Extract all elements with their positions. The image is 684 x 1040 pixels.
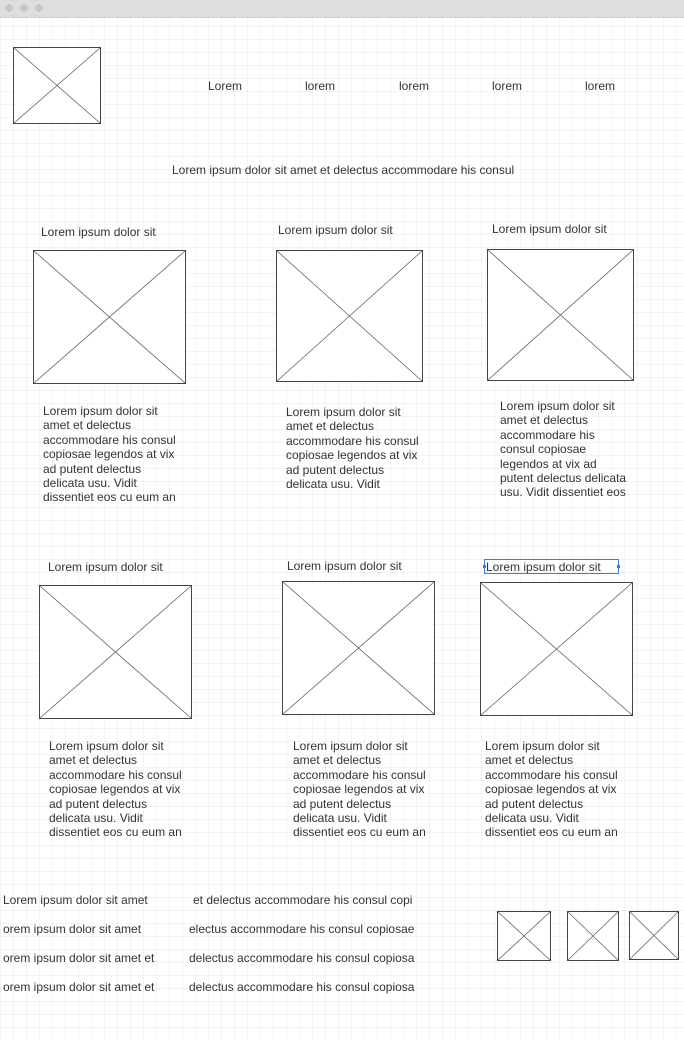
- footer-image-placeholder-2: [567, 911, 619, 961]
- window-titlebar: [0, 0, 684, 18]
- footer-image-placeholder-3: [629, 911, 679, 960]
- footer-left-line-1: Lorem ipsum dolor sit amet: [3, 893, 148, 907]
- card-3-title: Lorem ipsum dolor sit: [492, 222, 607, 236]
- card-3-body: Lorem ipsum dolor sit amet et delectus a…: [500, 399, 627, 500]
- window-minimize-dot[interactable]: [20, 4, 28, 12]
- card-5-title: Lorem ipsum dolor sit: [287, 559, 402, 573]
- card-6-image-placeholder: [480, 582, 633, 716]
- footer-middle-line-4: delectus accommodare his consul copiosa: [189, 980, 415, 994]
- footer-left-line-3: orem ipsum dolor sit amet et: [3, 951, 155, 965]
- nav-item-4[interactable]: lorem: [492, 79, 522, 93]
- card-3-image-placeholder: [487, 249, 634, 381]
- card-6-title[interactable]: Lorem ipsum dolor sit: [486, 560, 601, 574]
- card-1-title: Lorem ipsum dolor sit: [41, 225, 156, 239]
- nav-item-2[interactable]: lorem: [305, 79, 335, 93]
- window-close-dot[interactable]: [5, 4, 13, 12]
- footer-left-line-2: orem ipsum dolor sit amet: [3, 922, 142, 936]
- page-headline: Lorem ipsum dolor sit amet et delectus a…: [172, 163, 515, 177]
- window-maximize-dot[interactable]: [35, 4, 43, 12]
- card-1-image-placeholder: [33, 250, 186, 384]
- card-5-image-placeholder: [282, 581, 435, 715]
- nav-item-5[interactable]: lorem: [585, 79, 615, 93]
- card-1-body: Lorem ipsum dolor sit amet et delectus a…: [43, 404, 176, 505]
- card-2-title: Lorem ipsum dolor sit: [278, 223, 393, 237]
- card-2-image-placeholder: [276, 250, 423, 382]
- nav-item-1[interactable]: Lorem: [208, 79, 242, 93]
- card-5-body: Lorem ipsum dolor sit amet et delectus a…: [293, 739, 426, 840]
- footer-middle-line-2: electus accommodare his consul copiosae: [189, 922, 415, 936]
- card-4-body: Lorem ipsum dolor sit amet et delectus a…: [49, 739, 182, 840]
- card-4-title: Lorem ipsum dolor sit: [48, 560, 163, 574]
- card-6-body: Lorem ipsum dolor sit amet et delectus a…: [485, 739, 618, 840]
- nav-item-3[interactable]: lorem: [399, 79, 429, 93]
- card-2-body: Lorem ipsum dolor sit amet et delectus a…: [286, 405, 419, 492]
- selection-handle-right[interactable]: [617, 565, 620, 568]
- footer-middle-line-3: delectus accommodare his consul copiosa: [189, 951, 415, 965]
- footer-image-placeholder-1: [497, 911, 551, 961]
- footer-left-line-4: orem ipsum dolor sit amet et: [3, 980, 155, 994]
- card-4-image-placeholder: [39, 585, 192, 719]
- footer-middle-line-1: et delectus accommodare his consul copi: [193, 893, 413, 907]
- logo-image-placeholder: [13, 47, 101, 124]
